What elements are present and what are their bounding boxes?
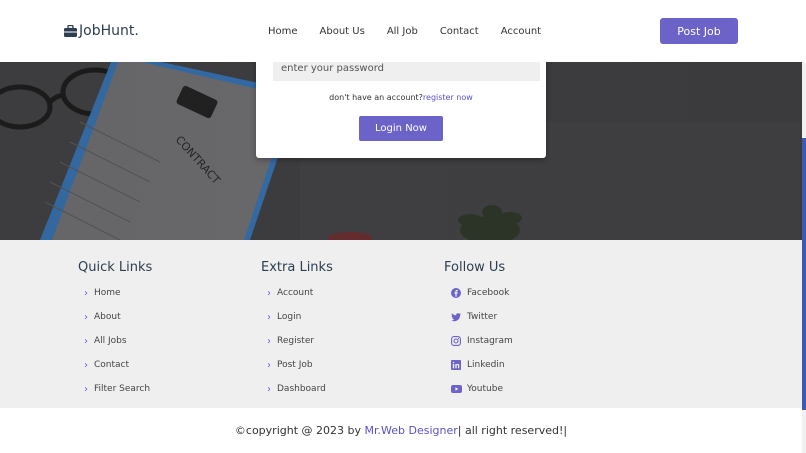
nav-all-job[interactable]: All Job (387, 26, 418, 37)
nav-account[interactable]: Account (501, 26, 541, 37)
extra-link-post-job[interactable]: › Post Job (261, 353, 333, 377)
logo-text: JobHunt. (79, 23, 139, 39)
logo[interactable]: JobHunt. (64, 23, 139, 39)
link-label: All Jobs (94, 336, 127, 346)
link-label: Account (277, 288, 314, 298)
linkedin-icon (450, 359, 462, 371)
quick-links-title: Quick Links (78, 260, 153, 275)
extra-link-register[interactable]: › Register (261, 329, 333, 353)
briefcase-icon (64, 25, 77, 37)
quick-links-column: Quick Links › Home › About › All Jobs › Cont… (78, 260, 152, 401)
social-link-twitter[interactable]: Twitter (444, 305, 513, 329)
quick-link-about[interactable]: › About (78, 305, 152, 329)
follow-us-column: Follow Us Facebook Twitter Instagram Lin… (444, 260, 513, 401)
copyright-suffix: | all right reserved!| (457, 424, 568, 437)
login-button[interactable]: Login Now (359, 116, 443, 141)
link-label: Youtube (467, 384, 503, 394)
social-link-facebook[interactable]: Facebook (444, 281, 513, 305)
link-label: Post Job (277, 360, 313, 370)
link-label: Dashboard (277, 384, 326, 394)
chevron-right-icon: › (84, 311, 88, 323)
chevron-right-icon: › (84, 335, 88, 347)
extra-link-dashboard[interactable]: › Dashboard (261, 377, 333, 401)
copyright-prefix: ©copyright @ 2023 by (234, 424, 365, 437)
instagram-icon (450, 335, 462, 347)
social-link-instagram[interactable]: Instagram (444, 329, 513, 353)
link-label: About (94, 312, 121, 322)
chevron-right-icon: › (267, 359, 271, 371)
designer-link[interactable]: Mr.Web Designer (365, 424, 458, 437)
site-header: JobHunt. Home About Us All Job Contact A… (0, 0, 806, 62)
extra-link-login[interactable]: › Login (261, 305, 333, 329)
post-job-button[interactable]: Post Job (660, 18, 738, 44)
copyright-bar: ©copyright @ 2023 by Mr.Web Designer| al… (0, 408, 802, 453)
nav-about-us[interactable]: About Us (320, 26, 365, 37)
chevron-right-icon: › (267, 311, 271, 323)
register-link[interactable]: register now (423, 93, 473, 102)
link-label: Login (277, 312, 302, 322)
facebook-icon (450, 287, 462, 299)
chevron-right-icon: › (267, 287, 271, 299)
scrollbar-thumb[interactable] (802, 138, 806, 410)
footer-links: Quick Links › Home › About › All Jobs › Cont… (0, 240, 802, 408)
extra-link-account[interactable]: › Account (261, 281, 333, 305)
chevron-right-icon: › (84, 287, 88, 299)
link-label: Instagram (467, 336, 513, 346)
link-label: Contact (94, 360, 130, 370)
link-label: Linkedin (467, 360, 505, 370)
link-label: Twitter (467, 312, 498, 322)
quick-link-filter-search[interactable]: › Filter Search (78, 377, 152, 401)
chevron-right-icon: › (267, 383, 271, 395)
link-label: Home (94, 288, 121, 298)
link-label: Filter Search (94, 384, 151, 394)
nav-home[interactable]: Home (268, 26, 298, 37)
twitter-icon (450, 311, 462, 323)
extra-links-column: Extra Links › Account › Login › Register › P… (261, 260, 333, 401)
chevron-right-icon: › (267, 335, 271, 347)
register-prompt: don't have an account? (329, 93, 423, 102)
main-nav: Home About Us All Job Contact Account (268, 26, 563, 37)
link-label: Register (277, 336, 315, 346)
extra-links-title: Extra Links (261, 260, 333, 275)
quick-link-home[interactable]: › Home (78, 281, 152, 305)
register-prompt-line: don't have an account?register now (256, 93, 546, 102)
link-label: Facebook (467, 288, 510, 298)
login-card: don't have an account?register now Login… (256, 52, 546, 158)
quick-link-all-jobs[interactable]: › All Jobs (78, 329, 152, 353)
social-link-youtube[interactable]: Youtube (444, 377, 513, 401)
follow-us-title: Follow Us (444, 260, 506, 275)
youtube-icon (450, 383, 462, 395)
chevron-right-icon: › (84, 359, 88, 371)
chevron-right-icon: › (84, 383, 88, 395)
nav-contact[interactable]: Contact (440, 26, 479, 37)
social-link-linkedin[interactable]: Linkedin (444, 353, 513, 377)
quick-link-contact[interactable]: › Contact (78, 353, 152, 377)
